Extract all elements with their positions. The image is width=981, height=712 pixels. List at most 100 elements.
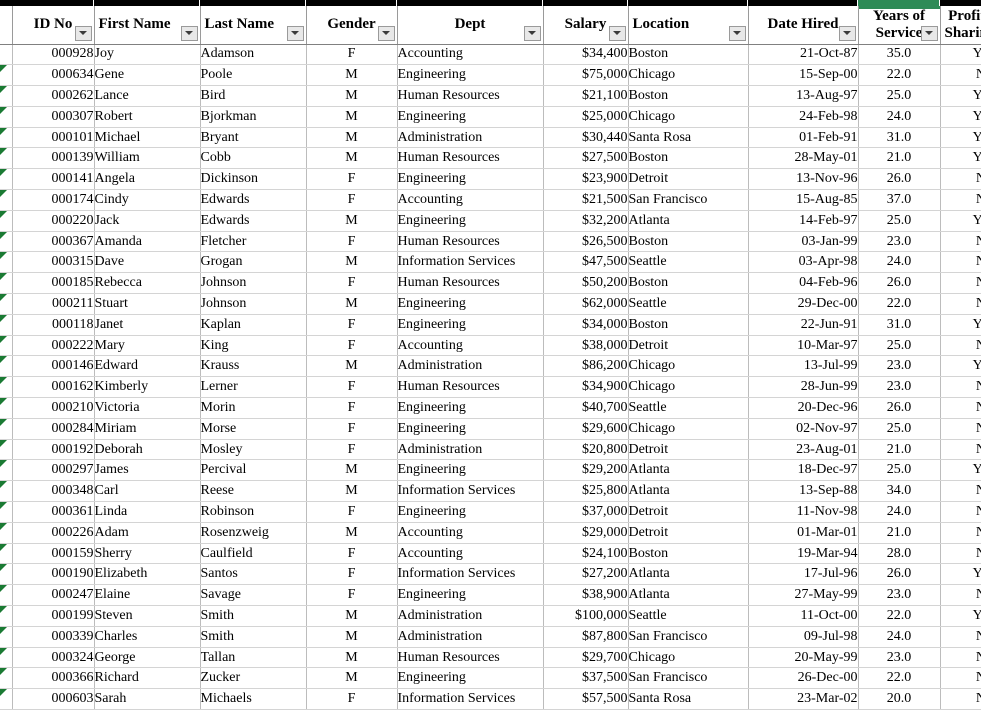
cell-hired[interactable]: 21-Oct-87 (748, 44, 859, 66)
cell-years[interactable]: 23.0 (858, 647, 941, 669)
cell-id[interactable]: 000315 (12, 251, 95, 274)
cell-last[interactable]: Morse (200, 418, 307, 440)
cell-id[interactable]: 000339 (12, 626, 95, 648)
cell-last[interactable]: Zucker (200, 667, 307, 690)
table-row[interactable]: 000366 Richard Zucker M Engineering $37,500 Sa… (0, 667, 981, 690)
cell-dept[interactable]: Information Services (397, 480, 544, 503)
cell-years[interactable]: 28.0 (858, 543, 941, 565)
cell-loc[interactable]: Detroit (628, 168, 749, 191)
cell-hired[interactable]: 13-Jul-99 (748, 355, 859, 378)
cell-profit[interactable]: No (940, 376, 981, 399)
cell-years[interactable]: 21.0 (858, 439, 941, 461)
cell-id[interactable]: 000603 (12, 688, 95, 710)
column-header-years[interactable]: Years of Service (858, 6, 941, 45)
cell-id[interactable]: 000366 (12, 667, 95, 690)
cell-years[interactable]: 20.0 (858, 688, 941, 710)
cell-dept[interactable]: Engineering (397, 459, 544, 482)
cell-hired[interactable]: 20-May-99 (748, 647, 859, 669)
cell-salary[interactable]: $29,600 (543, 418, 629, 440)
table-row[interactable]: 000226 Adam Rosenzweig M Accounting $29,000 De… (0, 522, 981, 544)
cell-last[interactable]: Grogan (200, 251, 307, 274)
cell-dept[interactable]: Engineering (397, 106, 544, 128)
cell-hired[interactable]: 01-Mar-01 (748, 522, 859, 544)
cell-salary[interactable]: $25,000 (543, 106, 629, 128)
cell-years[interactable]: 22.0 (858, 64, 941, 87)
cell-profit[interactable]: No (940, 688, 981, 710)
table-row[interactable]: 000603 Sarah Michaels F Information Services… (0, 688, 981, 710)
cell-dept[interactable]: Administration (397, 439, 544, 461)
cell-dept[interactable]: Administration (397, 605, 544, 627)
filter-dropdown-button-first[interactable] (180, 25, 198, 41)
cell-hired[interactable]: 26-Dec-00 (748, 667, 859, 690)
cell-id[interactable]: 000174 (12, 189, 95, 211)
cell-loc[interactable]: Atlanta (628, 210, 749, 232)
cell-first[interactable]: Deborah (94, 439, 201, 461)
cell-first[interactable]: Edward (94, 355, 201, 378)
cell-first[interactable]: Linda (94, 501, 201, 523)
table-row[interactable]: 000118 Janet Kaplan F Engineering $34,000 Bost… (0, 314, 981, 336)
filter-dropdown-button-last[interactable] (286, 25, 304, 41)
cell-years[interactable]: 35.0 (858, 44, 941, 66)
cell-last[interactable]: Adamson (200, 44, 307, 66)
cell-gender[interactable]: M (306, 480, 398, 503)
cell-first[interactable]: James (94, 459, 201, 482)
cell-salary[interactable]: $30,440 (543, 127, 629, 149)
cell-profit[interactable]: No (940, 418, 981, 440)
cell-salary[interactable]: $34,400 (543, 44, 629, 66)
cell-id[interactable]: 000222 (12, 335, 95, 357)
cell-first[interactable]: Cindy (94, 189, 201, 211)
cell-years[interactable]: 34.0 (858, 480, 941, 503)
cell-hired[interactable]: 03-Jan-99 (748, 231, 859, 253)
cell-loc[interactable]: San Francisco (628, 626, 749, 648)
cell-first[interactable]: Elizabeth (94, 563, 201, 586)
cell-loc[interactable]: Seattle (628, 293, 749, 315)
cell-hired[interactable]: 14-Feb-97 (748, 210, 859, 232)
cell-salary[interactable]: $34,000 (543, 314, 629, 336)
cell-loc[interactable]: Chicago (628, 64, 749, 87)
cell-years[interactable]: 23.0 (858, 376, 941, 399)
table-row[interactable]: 000262 Lance Bird M Human Resources $21,100 Bo… (0, 85, 981, 107)
cell-last[interactable]: Michaels (200, 688, 307, 710)
cell-hired[interactable]: 24-Feb-98 (748, 106, 859, 128)
cell-gender[interactable]: F (306, 335, 398, 357)
cell-gender[interactable]: F (306, 688, 398, 710)
table-row[interactable]: 000139 William Cobb M Human Resources $27,500… (0, 147, 981, 170)
cell-dept[interactable]: Engineering (397, 210, 544, 232)
cell-gender[interactable]: F (306, 189, 398, 211)
cell-years[interactable]: 25.0 (858, 335, 941, 357)
cell-loc[interactable]: Chicago (628, 355, 749, 378)
cell-years[interactable]: 23.0 (858, 231, 941, 253)
cell-profit[interactable]: No (940, 501, 981, 523)
cell-loc[interactable]: Detroit (628, 522, 749, 544)
cell-profit[interactable]: Yes (940, 314, 981, 336)
cell-profit[interactable]: No (940, 522, 981, 544)
cell-id[interactable]: 000159 (12, 543, 95, 565)
cell-first[interactable]: Michael (94, 127, 201, 149)
cell-hired[interactable]: 11-Nov-98 (748, 501, 859, 523)
cell-years[interactable]: 22.0 (858, 293, 941, 315)
cell-salary[interactable]: $23,900 (543, 168, 629, 191)
table-row[interactable]: 000367 Amanda Fletcher F Human Resources $26,… (0, 231, 981, 253)
cell-first[interactable]: Amanda (94, 231, 201, 253)
cell-dept[interactable]: Information Services (397, 688, 544, 710)
cell-gender[interactable]: F (306, 397, 398, 419)
cell-gender[interactable]: M (306, 127, 398, 149)
cell-id[interactable]: 000162 (12, 376, 95, 399)
cell-hired[interactable]: 28-May-01 (748, 147, 859, 170)
cell-id[interactable]: 000101 (12, 127, 95, 149)
cell-id[interactable]: 000220 (12, 210, 95, 232)
cell-last[interactable]: Percival (200, 459, 307, 482)
cell-first[interactable]: Charles (94, 626, 201, 648)
cell-last[interactable]: Edwards (200, 210, 307, 232)
column-header-id[interactable]: ID No (12, 6, 95, 45)
cell-salary[interactable]: $62,000 (543, 293, 629, 315)
cell-last[interactable]: Robinson (200, 501, 307, 523)
cell-dept[interactable]: Engineering (397, 64, 544, 87)
cell-profit[interactable]: No (940, 64, 981, 87)
cell-loc[interactable]: Chicago (628, 376, 749, 399)
cell-dept[interactable]: Engineering (397, 314, 544, 336)
cell-id[interactable]: 000324 (12, 647, 95, 669)
cell-first[interactable]: George (94, 647, 201, 669)
cell-years[interactable]: 24.0 (858, 501, 941, 523)
table-row[interactable]: 000220 Jack Edwards M Engineering $32,200 Atla… (0, 210, 981, 232)
